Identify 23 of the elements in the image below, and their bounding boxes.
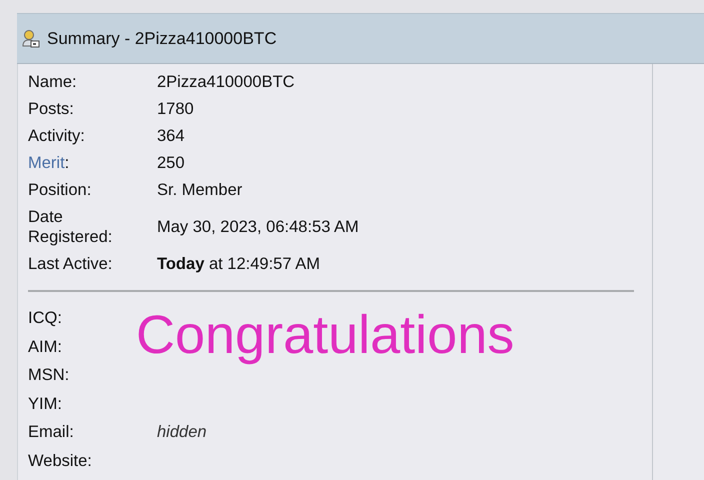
field-label: Date Registered:	[28, 207, 114, 247]
field-value: hidden	[157, 423, 207, 441]
user-card-icon	[21, 28, 41, 48]
field-value: 2Pizza410000BTC	[157, 72, 296, 92]
field-label: Website:	[28, 450, 93, 470]
field-label: Activity:	[28, 126, 86, 146]
field-label: ICQ:	[28, 308, 63, 328]
field-value: 364	[157, 126, 186, 146]
field-label: Email:	[28, 422, 75, 442]
field-value: Today at 12:49:57 AM	[157, 254, 321, 274]
field-label: Posts:	[28, 99, 75, 119]
field-value: 250	[157, 153, 186, 173]
field-label: Name:	[28, 72, 78, 92]
field-label: Last Active:	[28, 254, 114, 274]
field-label: YIM:	[28, 394, 63, 414]
field-label: MSN:	[28, 365, 70, 385]
field-value: 1780	[157, 99, 195, 119]
overlay-text: Congratulations	[136, 304, 514, 366]
field-label: AIM:	[28, 336, 63, 356]
field-label: Position:	[28, 180, 92, 200]
field-value: Sr. Member	[157, 180, 244, 200]
field-value: May 30, 2023, 06:48:53 AM	[157, 217, 360, 237]
panel-title: Summary - 2Pizza410000BTC	[47, 28, 277, 48]
